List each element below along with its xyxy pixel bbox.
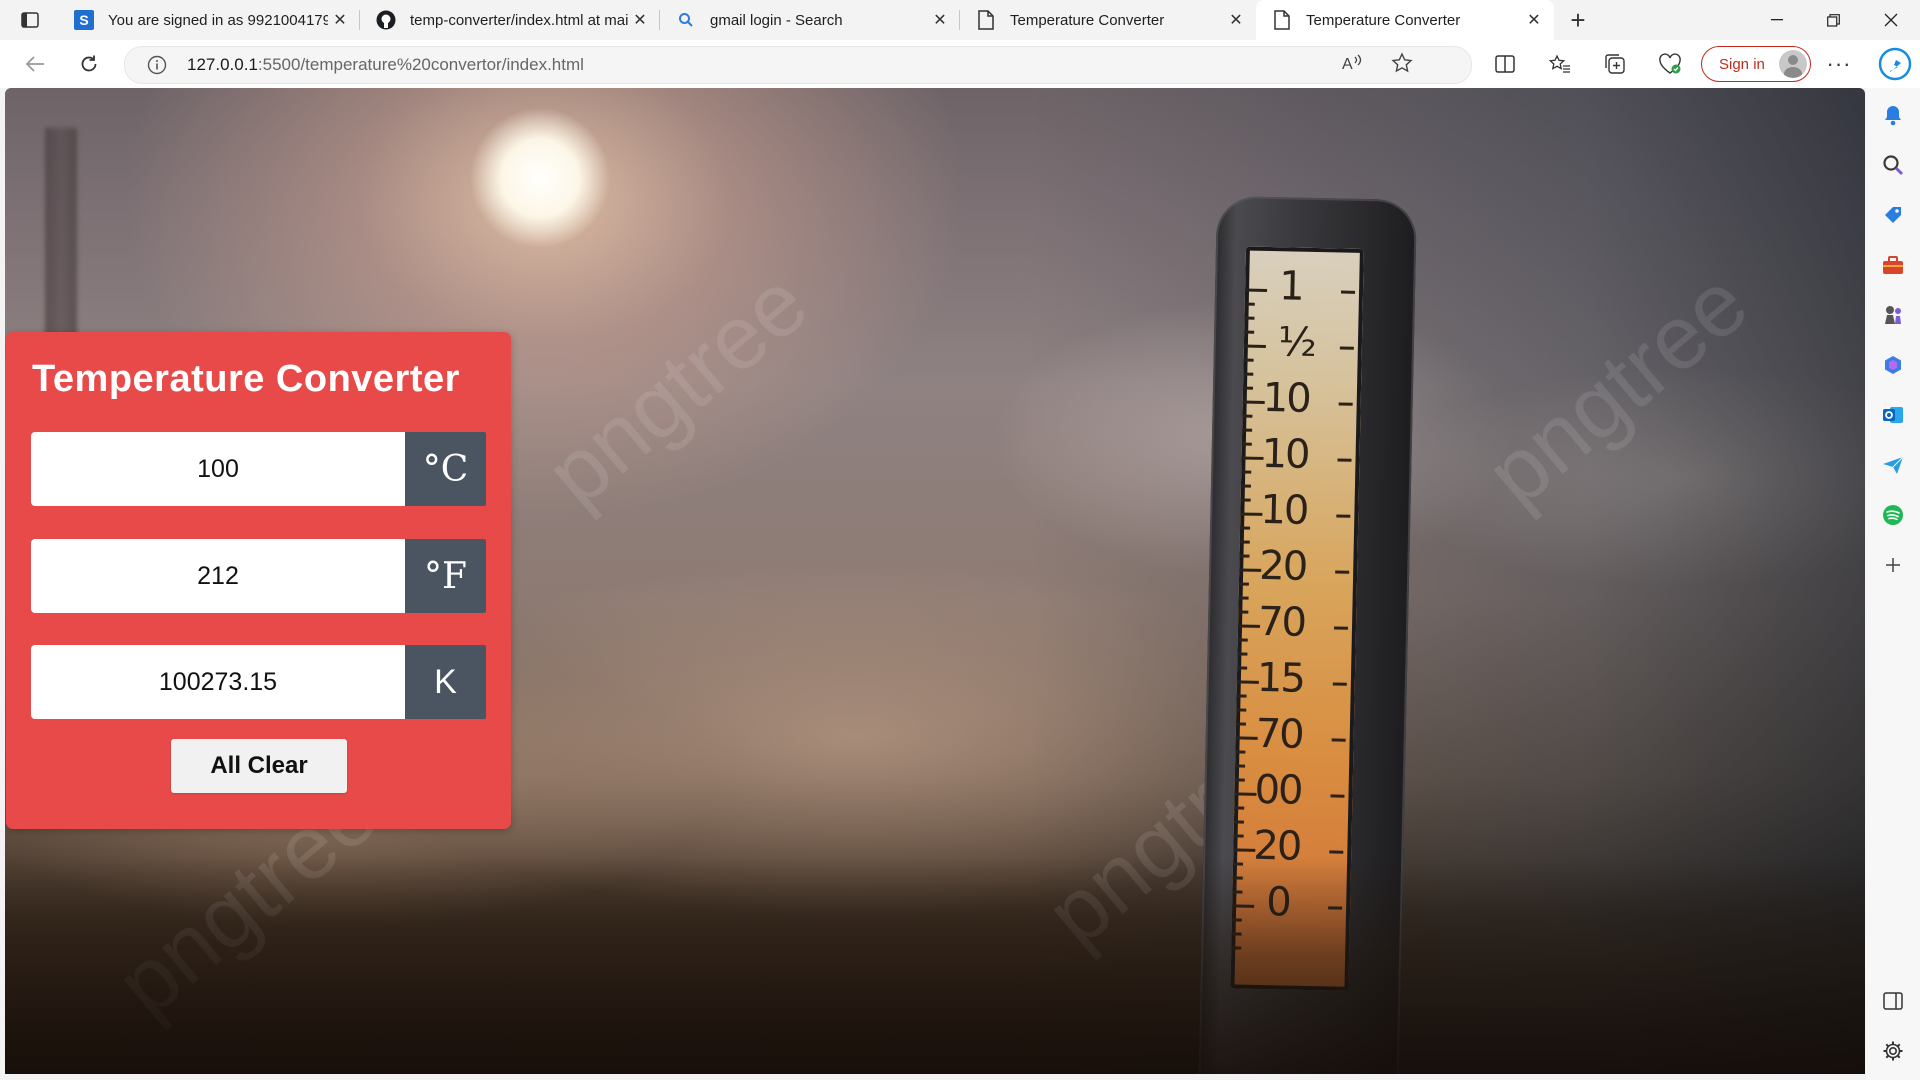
tab-title: You are signed in as 9921004179	[108, 11, 328, 29]
sign-in-button[interactable]: Sign in	[1701, 46, 1811, 82]
close-tab-icon[interactable]: ✕	[1522, 8, 1546, 32]
favorite-star-button[interactable]	[1385, 47, 1419, 79]
celsius-unit-label: °C	[405, 432, 486, 506]
hide-sidebar-button[interactable]	[1880, 988, 1906, 1014]
browser-tab[interactable]: Temperature Converter ✕	[960, 0, 1256, 40]
sidebar-settings-button[interactable]	[1880, 1038, 1906, 1064]
all-clear-button[interactable]: All Clear	[171, 739, 347, 793]
read-aloud-button[interactable]: A	[1335, 47, 1369, 79]
more-dots-icon: ···	[1826, 51, 1852, 76]
site-info-icon[interactable]	[147, 55, 167, 75]
search-icon	[1883, 155, 1904, 176]
sign-in-label: Sign in	[1719, 55, 1765, 73]
heart-pulse-icon	[1659, 53, 1681, 74]
kelvin-row: K	[31, 645, 486, 719]
close-icon	[1884, 13, 1898, 27]
page-viewport: pngtree pngtree pngtree pngtree 1½101010…	[5, 88, 1865, 1074]
split-screen-icon	[1495, 55, 1515, 73]
close-tab-icon[interactable]: ✕	[328, 8, 352, 32]
tab-strip: S You are signed in as 9921004179 ✕ temp…	[0, 0, 1920, 40]
settings-more-button[interactable]: ···	[1822, 48, 1856, 80]
back-arrow-icon	[25, 56, 44, 72]
chess-piece-icon	[1885, 306, 1901, 324]
notifications-button[interactable]	[1880, 102, 1906, 128]
paper-plane-icon	[1883, 456, 1904, 474]
browser-tab[interactable]: temp-converter/index.html at main ✕	[360, 0, 660, 40]
reload-button[interactable]	[72, 48, 106, 80]
page-icon	[976, 10, 996, 30]
kelvin-unit-label: K	[405, 645, 486, 719]
tools-button[interactable]	[1880, 252, 1906, 278]
close-tab-icon[interactable]: ✕	[928, 8, 952, 32]
back-button[interactable]	[18, 48, 52, 80]
toolbox-icon	[1883, 256, 1903, 274]
profile-avatar-icon	[1779, 50, 1807, 78]
browser-toolbar: 127.0.0.1:5500/temperature%20convertor/i…	[0, 40, 1920, 88]
plus-icon	[1886, 558, 1900, 572]
restore-button[interactable]	[1806, 0, 1860, 40]
fahrenheit-row: °F	[31, 539, 486, 613]
spotify-button[interactable]	[1880, 502, 1906, 528]
browser-essentials-button[interactable]	[1653, 48, 1687, 80]
tab-title: gmail login - Search	[710, 11, 843, 29]
spotify-icon	[1883, 505, 1903, 525]
browser-tab[interactable]: S You are signed in as 9921004179 ✕	[58, 0, 360, 40]
reload-icon	[81, 55, 97, 72]
tab-title: Temperature Converter	[1306, 11, 1461, 29]
add-sidebar-app-button[interactable]	[1880, 552, 1906, 578]
celsius-row: °C	[31, 432, 486, 506]
minimize-icon	[1771, 19, 1783, 21]
browser-tab[interactable]: gmail login - Search ✕	[660, 0, 960, 40]
tab-title: temp-converter/index.html at main	[410, 11, 628, 29]
converter-card: Temperature Converter °C °F K All Clear	[6, 332, 511, 829]
drop-button[interactable]	[1880, 452, 1906, 478]
favorites-button[interactable]	[1543, 48, 1577, 80]
url-host: 127.0.0.1	[187, 55, 258, 74]
close-window-button[interactable]	[1864, 0, 1918, 40]
bell-icon	[1885, 106, 1901, 126]
close-tab-icon[interactable]: ✕	[1224, 8, 1248, 32]
tab-actions-button[interactable]	[12, 6, 48, 34]
outlook-icon	[1883, 407, 1903, 423]
outlook-button[interactable]	[1880, 402, 1906, 428]
collections-button[interactable]	[1598, 48, 1632, 80]
sidebar-toggle-icon	[1883, 992, 1903, 1010]
tab-title: Temperature Converter	[1010, 11, 1165, 29]
address-bar[interactable]: 127.0.0.1:5500/temperature%20convertor/i…	[124, 46, 1472, 84]
split-screen-button[interactable]	[1488, 48, 1522, 80]
office-icon	[1885, 356, 1901, 374]
svg-text:A: A	[1342, 56, 1353, 73]
tab-actions-icon	[21, 12, 39, 28]
url-text: 127.0.0.1:5500/temperature%20convertor/i…	[187, 55, 584, 75]
edge-sidebar	[1866, 88, 1920, 1080]
browser-tab-active[interactable]: Temperature Converter ✕	[1256, 0, 1554, 40]
restore-icon	[1826, 13, 1840, 27]
kelvin-input[interactable]	[31, 645, 405, 719]
minimize-button[interactable]	[1750, 0, 1804, 40]
bing-icon	[1878, 47, 1912, 81]
microsoft-365-button[interactable]	[1880, 352, 1906, 378]
search-icon	[676, 10, 696, 30]
url-path: :5500/temperature%20convertor/index.html	[257, 55, 584, 74]
svg-text:S: S	[79, 12, 88, 28]
page-icon	[1272, 10, 1292, 30]
collections-icon	[1605, 54, 1625, 74]
fahrenheit-input[interactable]	[31, 539, 405, 613]
s-logo-icon: S	[74, 10, 94, 30]
github-icon	[376, 10, 396, 30]
read-aloud-icon: A	[1342, 54, 1362, 73]
tag-icon	[1885, 207, 1901, 223]
new-tab-button[interactable]: +	[1564, 5, 1592, 35]
gear-icon	[1883, 1041, 1903, 1061]
games-button[interactable]	[1880, 302, 1906, 328]
fahrenheit-unit-label: °F	[405, 539, 486, 613]
bing-copilot-button[interactable]	[1875, 44, 1915, 84]
converter-title: Temperature Converter	[32, 358, 460, 400]
star-icon	[1391, 52, 1413, 73]
close-tab-icon[interactable]: ✕	[628, 8, 652, 32]
celsius-input[interactable]	[31, 432, 405, 506]
favorites-icon	[1549, 54, 1570, 73]
sidebar-search-button[interactable]	[1880, 152, 1906, 178]
shopping-button[interactable]	[1880, 202, 1906, 228]
